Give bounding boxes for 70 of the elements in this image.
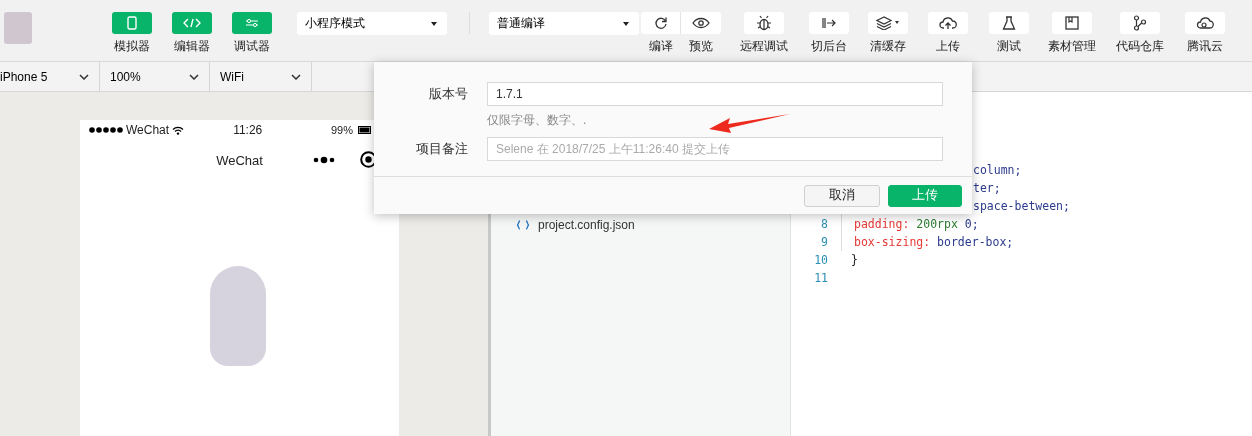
view-label: 模拟器	[114, 38, 150, 55]
toolbar-button[interactable]	[641, 12, 681, 34]
wifi-icon	[172, 125, 185, 135]
chevron-icon	[79, 73, 89, 80]
eye-icon	[692, 17, 710, 29]
toolbar-label: 代码仓库	[1116, 38, 1164, 55]
chevron-icon	[291, 73, 301, 80]
field-label: 项目备注	[415, 140, 468, 158]
battery-icon	[358, 126, 372, 134]
toolbar-label: 编译	[649, 38, 673, 55]
bug-icon	[756, 15, 772, 31]
page-title: WeChat	[216, 152, 263, 168]
signal-dots-icon	[89, 127, 123, 133]
note-field[interactable]: Selene 在 2018/7/25 上午11:26:40 提交上传	[487, 137, 943, 161]
device-select[interactable]: iPhone 5	[0, 62, 100, 91]
code-line: padding: 200rpx 0;	[854, 217, 979, 231]
toolbar-button[interactable]	[1120, 12, 1160, 34]
view-toggle-button[interactable]	[112, 12, 152, 34]
status-time: 11:26	[233, 123, 263, 137]
field-hint: 仅限字母、数字、.	[487, 112, 587, 128]
braces-icon	[516, 220, 530, 230]
toolbar-label: 腾讯云	[1187, 38, 1223, 55]
phone-icon	[127, 16, 137, 30]
mode-select[interactable]: 小程序模式	[297, 12, 447, 35]
toolbar-label: 远程调试	[740, 38, 788, 55]
code-line: ter;	[973, 181, 1001, 195]
toolbar-button[interactable]	[681, 12, 721, 34]
more-icon[interactable]	[313, 156, 335, 164]
toolbar-button[interactable]	[928, 12, 968, 34]
close-capsule-icon[interactable]	[360, 151, 377, 168]
cloud-upload-icon	[939, 16, 957, 30]
layers-icon	[876, 16, 900, 30]
file-tree-item[interactable]: project.config.json	[491, 216, 790, 234]
sliders-icon	[245, 18, 259, 28]
branch-icon	[1133, 15, 1147, 31]
version-field[interactable]: 1.7.1	[487, 82, 943, 106]
line-number: 9	[820, 235, 828, 249]
code-line: column;	[973, 163, 1022, 177]
code-icon	[183, 18, 201, 28]
toolbar-button[interactable]	[989, 12, 1029, 34]
refresh-icon	[653, 16, 668, 30]
toolbar-label: 上传	[936, 38, 960, 55]
compile-select[interactable]: 普通编译	[489, 12, 639, 35]
arrow-to-bar-icon	[821, 17, 837, 29]
code-line: space-between;	[973, 199, 1070, 213]
line-number: 11	[813, 271, 828, 285]
code-line: box-sizing: border-box;	[854, 235, 1014, 249]
code-line: }	[851, 253, 858, 267]
toolbar-label: 切后台	[811, 38, 847, 55]
carrier-name: WeChat	[126, 123, 170, 137]
cloud-icon	[1196, 17, 1214, 29]
toolbar-label: 清缓存	[870, 38, 906, 55]
toolbar-label: 素材管理	[1048, 38, 1096, 55]
line-number: 10	[813, 253, 828, 267]
toolbar-label: 测试	[997, 38, 1021, 55]
field-label: 版本号	[428, 85, 468, 103]
chevron-icon	[189, 73, 199, 80]
view-toggle-button[interactable]	[172, 12, 212, 34]
view-toggle-button[interactable]	[232, 12, 272, 34]
flask-icon	[1002, 16, 1016, 30]
view-label: 编辑器	[174, 38, 210, 55]
toolbar-label: 预览	[689, 38, 713, 55]
battery-percent: 99%	[330, 124, 353, 136]
cancel-button[interactable]: 取消	[804, 184, 880, 207]
toolbar-button[interactable]	[744, 12, 784, 34]
line-number: 8	[820, 217, 828, 231]
toolbar-button[interactable]	[1185, 12, 1225, 34]
toolbar-button[interactable]	[868, 12, 908, 34]
view-label: 调试器	[234, 38, 270, 55]
book-icon	[1065, 16, 1079, 30]
